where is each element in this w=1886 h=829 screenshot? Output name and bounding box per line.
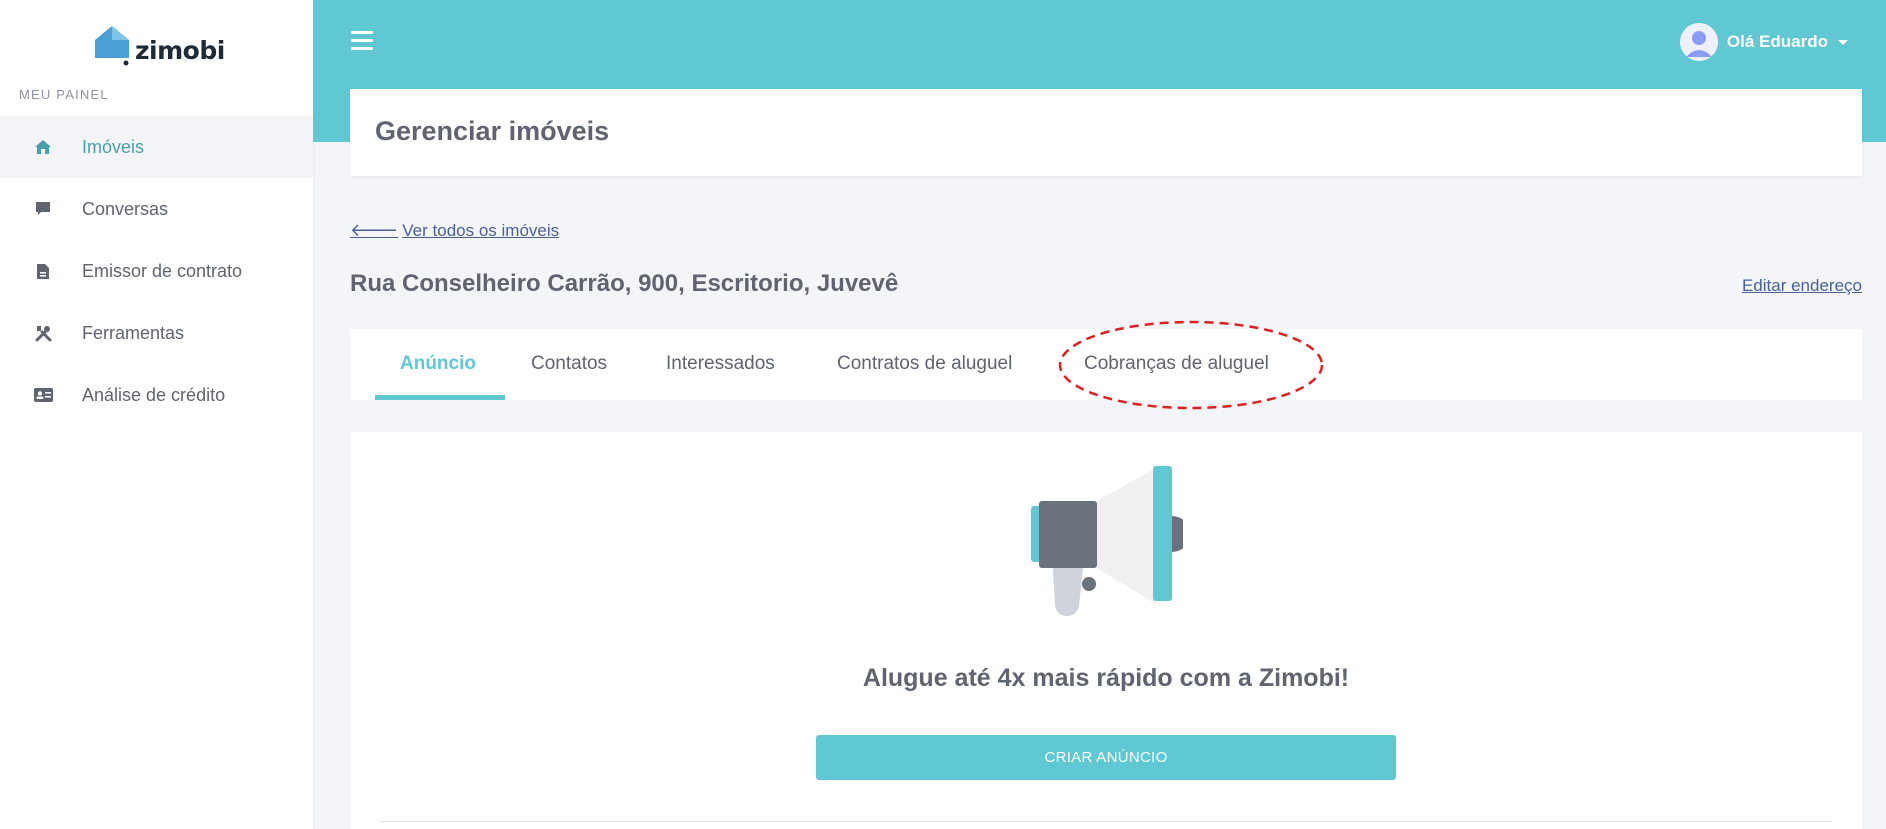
sidebar-item-label: Análise de crédito: [82, 384, 226, 405]
avatar: [1679, 23, 1718, 61]
sidebar-item-label: Emissor de contrato: [82, 260, 243, 281]
promo-text: Alugue até 4x mais rápido com a Zimobi!: [862, 664, 1350, 692]
logo[interactable]: zimobi: [93, 24, 225, 66]
user-menu[interactable]: Olá Eduardo: [1679, 23, 1848, 61]
divider: [380, 821, 1832, 822]
page-title: Gerenciar imóveis: [375, 116, 610, 146]
chevron-down-icon: [1838, 39, 1848, 45]
tab-anuncio[interactable]: Anúncio: [400, 329, 476, 400]
sidebar-item-analise-credito[interactable]: Análise de crédito: [0, 364, 313, 426]
sidebar-item-conversas[interactable]: Conversas: [0, 178, 313, 240]
sidebar-item-ferramentas[interactable]: Ferramentas: [0, 302, 313, 364]
sidebar-nav: Imóveis Conversas Emissor de contrato Fe…: [0, 116, 313, 426]
active-tab-indicator: [375, 395, 505, 400]
sidebar-item-label: Conversas: [82, 198, 169, 219]
menu-toggle-icon[interactable]: [351, 31, 373, 51]
back-link-label: Ver todos os imóveis: [402, 220, 560, 240]
arrow-left-icon: 🡐: [350, 220, 399, 240]
tab-cobrancas-aluguel[interactable]: Cobranças de aluguel: [1084, 329, 1269, 400]
tab-contratos-aluguel[interactable]: Contratos de aluguel: [837, 329, 1012, 400]
logo-house-icon: [95, 26, 129, 66]
sidebar-item-label: Imóveis: [82, 136, 145, 157]
property-address: Rua Conselheiro Carrão, 900, Escritorio,…: [350, 270, 899, 297]
megaphone-icon: [1031, 466, 1183, 616]
ad-content-card: Alugue até 4x mais rápido com a Zimobi! …: [350, 432, 1862, 829]
home-icon: [33, 137, 53, 157]
brand-name: zimobi: [135, 36, 225, 65]
property-tabs: Anúncio Contatos Interessados Contratos …: [350, 329, 1862, 400]
chat-icon: [33, 199, 53, 219]
document-icon: [33, 261, 53, 281]
id-card-icon: [33, 385, 53, 405]
page-header-card: Gerenciar imóveis: [350, 89, 1862, 176]
sidebar-item-emissor-contrato[interactable]: Emissor de contrato: [0, 240, 313, 302]
tools-icon: [33, 323, 53, 343]
sidebar: zimobi MEU PAINEL Imóveis Conversas Emis…: [0, 0, 313, 829]
sidebar-item-imoveis[interactable]: Imóveis: [0, 116, 313, 178]
user-greeting: Olá Eduardo: [1726, 32, 1828, 51]
back-to-all-properties-link[interactable]: 🡐 Ver todos os imóveis: [350, 220, 559, 241]
panel-label: MEU PAINEL: [19, 87, 109, 102]
edit-address-link[interactable]: Editar endereço: [1742, 276, 1862, 296]
tab-interessados[interactable]: Interessados: [666, 329, 775, 400]
sidebar-item-label: Ferramentas: [82, 322, 185, 343]
tab-contatos[interactable]: Contatos: [531, 329, 607, 400]
create-ad-button[interactable]: CRIAR ANÚNCIO: [816, 735, 1396, 780]
